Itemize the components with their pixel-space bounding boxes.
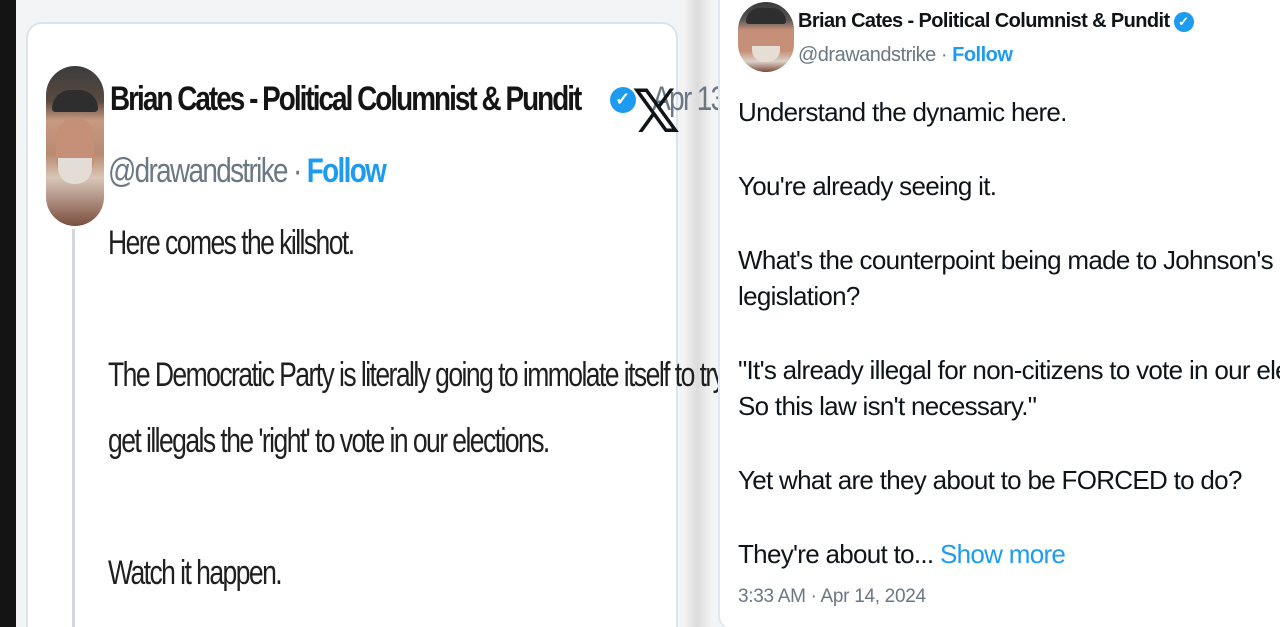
author-handle[interactable]: @drawandstrike [108,152,289,190]
tweet-text-line: You're already seeing it. [738,171,997,201]
verified-badge-icon: ✓ [1173,11,1194,32]
tweet-card-left[interactable]: Brian Cates - Political Columnist & Pund… [26,22,793,627]
tweet-text-line: get illegals the 'right' to vote in our … [108,422,550,460]
handle-row: @drawandstrike · Follow [798,44,1013,67]
avatar-beard [58,158,92,184]
tweet-text-line: "It's already illegal for non-citizens t… [738,355,1280,385]
handle-separator: · [940,44,948,66]
truncated-text: They're about to... [738,539,934,569]
screen: Brian Cates - Political Columnist & Pund… [0,0,1280,627]
tweet-text-line: So this law isn't necessary." [738,391,1037,421]
tweet-text-line: legislation? [738,281,860,311]
tweet-text-line: Here comes the killshot. [108,224,355,262]
avatar-cap [52,90,98,112]
x-logo-icon[interactable]: 𝕏 [632,82,680,142]
author-avatar[interactable] [738,2,794,72]
avatar-cap [746,8,786,24]
tweet-text-line: The Democratic Party is literally going … [108,356,751,394]
tweet-card-right[interactable]: Brian Cates - Political Columnist & Pund… [718,0,1280,627]
tweet-header: Brian Cates - Political Columnist & Pund… [798,10,1194,33]
device-bezel [0,0,16,627]
tweet-text-line: What's the counterpoint being made to Jo… [738,245,1274,275]
author-handle[interactable]: @drawandstrike [798,44,936,66]
author-name[interactable]: Brian Cates - Political Columnist & Pund… [798,10,1170,33]
tweet-text-line: Understand the dynamic here. [738,97,1067,127]
avatar-beard [752,46,780,62]
handle-separator: · [293,152,302,190]
tweet-text-line: Yet what are they about to be FORCED to … [738,465,1242,495]
handle-row: @drawandstrike · Follow [108,152,387,191]
show-more-link[interactable]: Show more [940,539,1066,569]
follow-button[interactable]: Follow [307,152,387,190]
author-name[interactable]: Brian Cates - Political Columnist & Pund… [110,80,582,119]
tweet-text-line-truncated: They're about to... Show more [738,536,1066,572]
tweet-timestamp[interactable]: 3:33 AM · Apr 14, 2024 [738,586,926,608]
tweet-text-line: Watch it happen. [108,554,283,592]
author-avatar[interactable] [46,66,104,226]
follow-button[interactable]: Follow [952,44,1013,66]
thread-line [72,229,75,627]
